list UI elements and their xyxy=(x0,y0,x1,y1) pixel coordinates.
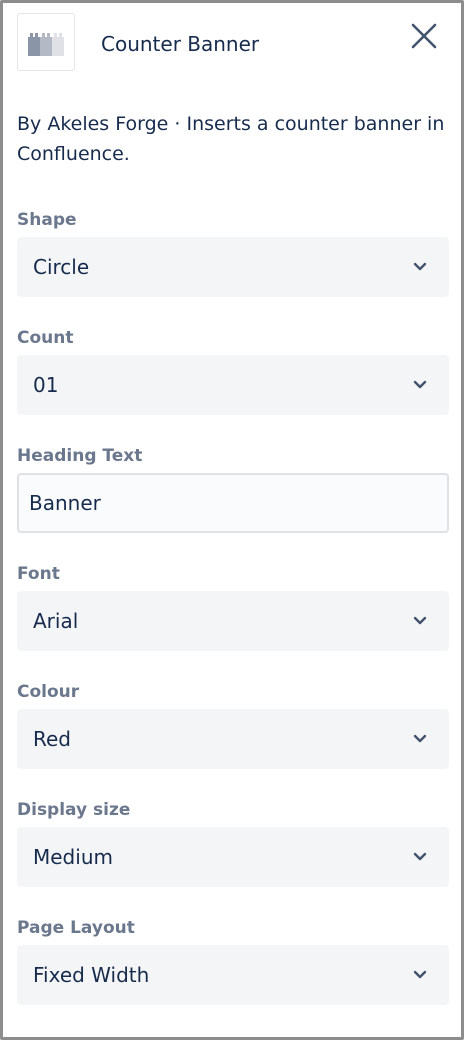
colour-select-value: Red xyxy=(33,727,71,751)
shape-label: Shape xyxy=(17,210,77,230)
app-title: Counter Banner xyxy=(101,32,260,56)
heading-text-input[interactable] xyxy=(17,473,449,533)
chevron-down-icon xyxy=(413,734,427,743)
page-layout-select[interactable]: Fixed Width xyxy=(17,945,449,1005)
shape-select[interactable]: Circle xyxy=(17,237,449,297)
app-description: By Akeles Forge · Inserts a counter bann… xyxy=(17,113,445,165)
colour-select[interactable]: Red xyxy=(17,709,449,769)
colour-label: Colour xyxy=(17,682,80,702)
chevron-down-icon xyxy=(413,380,427,389)
chevron-down-icon xyxy=(413,852,427,861)
display-size-select-value: Medium xyxy=(33,845,113,869)
count-select[interactable]: 01 xyxy=(17,355,449,415)
macro-config-panel: Counter Banner By Akeles Forge · Inserts… xyxy=(0,0,464,1040)
count-select-value: 01 xyxy=(33,373,59,397)
page-layout-select-value: Fixed Width xyxy=(33,963,150,987)
close-icon[interactable] xyxy=(409,21,439,51)
chevron-down-icon xyxy=(413,970,427,979)
page-layout-label: Page Layout xyxy=(17,918,135,938)
heading-text-label: Heading Text xyxy=(17,446,143,466)
display-size-label: Display size xyxy=(17,800,131,820)
app-logo-icon xyxy=(17,13,75,71)
font-select-value: Arial xyxy=(33,609,79,633)
display-size-select[interactable]: Medium xyxy=(17,827,449,887)
panel-header: Counter Banner xyxy=(15,11,455,75)
chevron-down-icon xyxy=(413,616,427,625)
count-label: Count xyxy=(17,328,74,348)
font-label: Font xyxy=(17,564,60,584)
shape-select-value: Circle xyxy=(33,255,90,279)
close-button[interactable] xyxy=(409,21,439,51)
chevron-down-icon xyxy=(413,262,427,271)
font-select[interactable]: Arial xyxy=(17,591,449,651)
